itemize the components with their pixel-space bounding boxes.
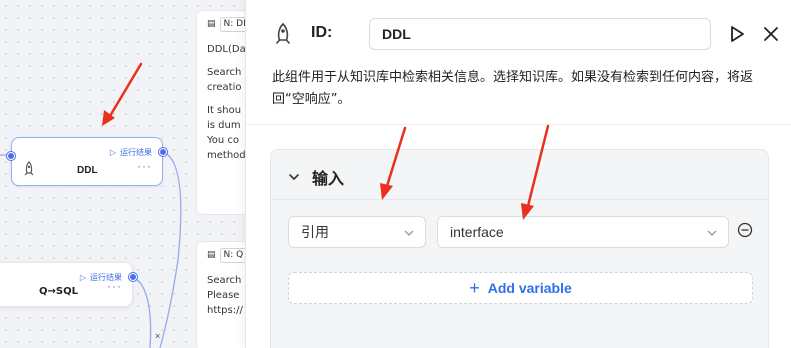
node-ddl[interactable]: ▷ 运行结果 DDL ··· [7, 137, 167, 186]
run-button[interactable] [728, 24, 746, 44]
output-port[interactable] [159, 148, 167, 156]
note-line: DDL(Da [207, 44, 245, 55]
note-card-q[interactable]: ▤ N: Q Search Please https:// [196, 241, 245, 348]
component-description: 此组件用于从知识库中检索相关信息。选择知识库。如果没有检索到任何内容，将返回“空… [272, 70, 754, 107]
panel-header: ID: 此组件用于从知识库中检索相关信息。选择知识库。如果没有检索到任何内容，将… [246, 0, 791, 125]
plus-icon: + [469, 278, 480, 298]
node-label: DDL [77, 165, 98, 176]
select-value: interface [450, 224, 504, 240]
minus-circle-icon [737, 222, 753, 238]
play-icon: ▷ [79, 273, 86, 282]
node-status[interactable]: ▷ 运行结果 [110, 147, 152, 158]
more-icon[interactable]: ··· [137, 159, 152, 173]
note-line: You co [207, 135, 240, 146]
note-line: is dum [207, 120, 241, 131]
edge-delete-icon[interactable]: × [155, 331, 160, 341]
note-icon: ▤ [207, 250, 216, 260]
workflow-canvas[interactable]: ▷ 运行结果 DDL ··· ▷ 运行结果 Q→SQL ··· ▤ N: DD … [0, 0, 245, 348]
edge-qsql-out [132, 276, 152, 348]
note-line: creatio [207, 82, 242, 93]
rocket-icon [272, 22, 294, 51]
reference-type-select[interactable]: 引用 [288, 216, 426, 248]
note-tag: N: Q [219, 248, 245, 263]
note-line: method [207, 150, 245, 161]
input-section-title: 输入 [312, 169, 345, 188]
note-icon: ▤ [207, 19, 216, 29]
remove-variable-button[interactable] [737, 222, 753, 238]
more-icon[interactable]: ··· [107, 279, 122, 293]
note-line: Please [207, 290, 240, 301]
chevron-down-icon [404, 230, 414, 236]
note-line: Search [207, 67, 242, 78]
node-q-to-sql[interactable]: ▷ 运行结果 Q→SQL ··· [0, 262, 137, 307]
select-value: 引用 [301, 225, 329, 241]
chevron-down-icon[interactable] [288, 169, 300, 187]
add-variable-button[interactable]: + Add variable [288, 272, 753, 304]
output-port[interactable] [129, 273, 137, 281]
node-label: Q→SQL [39, 286, 78, 297]
chevron-down-icon [707, 230, 717, 236]
note-line: It shou [207, 105, 242, 116]
variable-select[interactable]: interface [437, 216, 729, 248]
edge-ddl-out [159, 151, 182, 348]
note-tag: N: DD [219, 17, 245, 32]
note-card-ddl[interactable]: ▤ N: DD DDL(Da Search creatio It shou is… [196, 10, 245, 215]
rocket-icon [22, 161, 36, 182]
close-button[interactable] [762, 24, 780, 44]
input-port[interactable] [7, 152, 15, 160]
add-variable-label: Add variable [487, 280, 572, 296]
close-icon [764, 27, 778, 41]
id-input[interactable] [369, 18, 711, 50]
node-config-panel: ID: 此组件用于从知识库中检索相关信息。选择知识库。如果没有检索到任何内容，将… [245, 0, 791, 348]
play-icon [731, 26, 744, 42]
note-line: https:// [207, 305, 243, 316]
play-icon: ▷ [109, 148, 116, 157]
input-section-header[interactable]: 输入 [271, 150, 768, 200]
id-label: ID: [311, 24, 333, 41]
input-section: 输入 引用 interface + Add variable [270, 149, 769, 348]
note-line: Search [207, 275, 242, 286]
